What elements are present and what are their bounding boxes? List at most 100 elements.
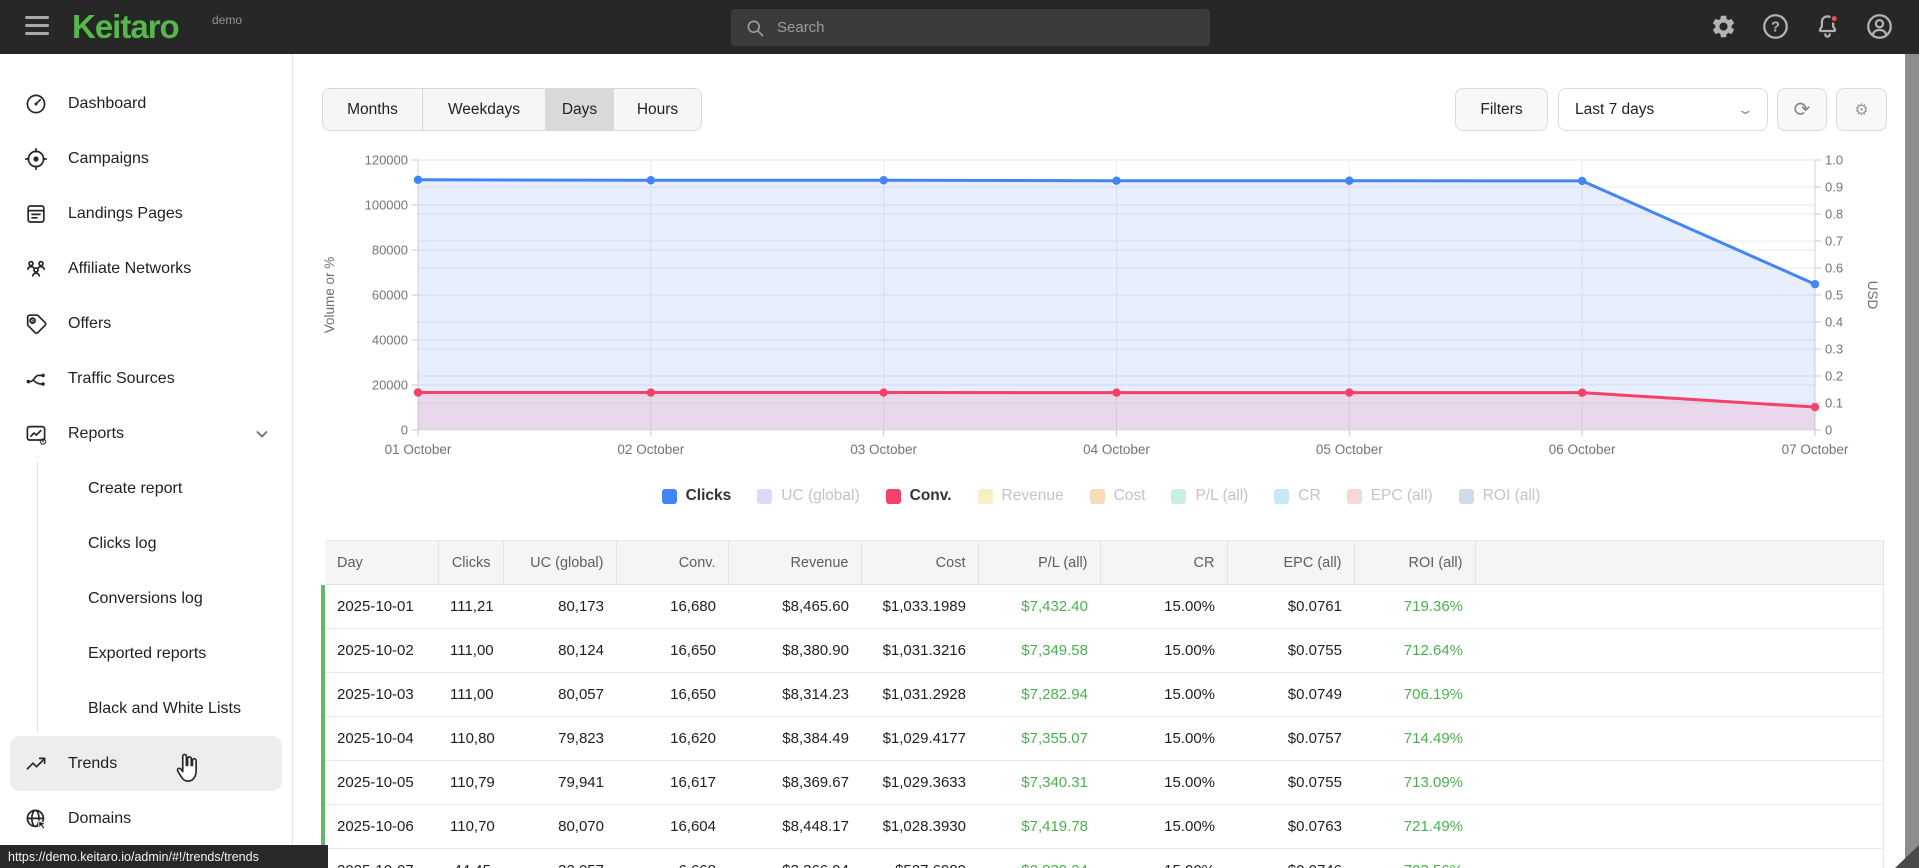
cell-conv: 16,604 [616, 804, 728, 849]
legend-label: Clicks [685, 487, 732, 504]
cell-p-l-all: $7,432.40 [978, 584, 1100, 629]
notifications-bell-icon[interactable] [1814, 13, 1841, 40]
legend-swatch [661, 488, 677, 504]
status-bar-url: https://demo.keitaro.io/admin/#!/trends/… [0, 845, 328, 868]
keitaro-logo[interactable]: Keitaro [72, 8, 180, 46]
keitaro-trends-page: Keitaro demo Search ? Dashboard Campaigns… [0, 0, 1919, 868]
tab-hours[interactable]: Hours [614, 89, 701, 130]
tab-months[interactable]: Months [323, 89, 423, 130]
sidebar-item-affiliate-networks[interactable]: Affiliate Networks [0, 241, 292, 296]
column-header-p-l-all[interactable]: P/L (all) [977, 540, 1100, 585]
series-point-conv [1345, 388, 1354, 397]
sidebar-item-label: Exported reports [88, 644, 207, 662]
column-header-cr[interactable]: CR [1099, 540, 1227, 585]
svg-text:0.1: 0.1 [1825, 396, 1843, 411]
sidebar-item-trends[interactable]: Trends [10, 736, 282, 791]
page-scrollbar[interactable] [1905, 54, 1919, 868]
svg-text:01 October: 01 October [385, 442, 452, 457]
svg-text:80000: 80000 [372, 243, 408, 258]
search-input[interactable]: Search [731, 9, 1210, 46]
legend-item-revenue[interactable]: Revenue [977, 487, 1064, 505]
legend-item-p-l-all[interactable]: P/L (all) [1171, 487, 1248, 505]
sidebar-item-create-report[interactable]: Create report [0, 461, 292, 516]
cell-roi-all: 713.09% [1354, 760, 1475, 805]
cell-p-l-all: $7,282.94 [978, 672, 1100, 717]
cell-uc-global: 79,823 [503, 716, 616, 761]
sidebar-item-campaigns[interactable]: Campaigns [0, 131, 292, 186]
cell-cr: 15.00% [1100, 760, 1227, 805]
cell-filler [1475, 672, 1884, 717]
chart-settings-button[interactable]: ⚙ [1836, 88, 1887, 131]
sidebar-item-dashboard[interactable]: Dashboard [0, 76, 292, 131]
svg-text:03 October: 03 October [850, 442, 917, 457]
sidebar-item-landings-pages[interactable]: Landings Pages [0, 186, 292, 241]
date-range-value: Last 7 days [1575, 100, 1655, 118]
cell-epc-all: $0.0757 [1227, 716, 1354, 761]
table-row: 2025-10-03 111,00 80,057 16,650 $8,314.23 $1,… [321, 672, 1884, 717]
cell-p-l-all: $7,349.58 [978, 628, 1100, 673]
legend-item-conv[interactable]: Conv. [885, 487, 952, 505]
cell-epc-all: $0.0761 [1227, 584, 1354, 629]
legend-swatch [1458, 488, 1474, 504]
cell-cost: $1,031.3216 [861, 628, 978, 673]
cell-day: 2025-10-03 [321, 672, 438, 717]
date-range-select[interactable]: Last 7 days ⌄ [1558, 88, 1768, 131]
svg-text:0.6: 0.6 [1825, 261, 1843, 276]
sidebar-item-black-and-white-lists[interactable]: Black and White Lists [0, 681, 292, 736]
legend-item-clicks[interactable]: Clicks [661, 487, 732, 505]
column-header-roi-all[interactable]: ROI (all) [1353, 540, 1475, 585]
column-header-clicks[interactable]: Clicks [437, 540, 503, 585]
legend-item-roi-all[interactable]: ROI (all) [1458, 487, 1540, 505]
cell-epc-all: $0.0755 [1227, 628, 1354, 673]
legend-item-cost[interactable]: Cost [1089, 487, 1145, 505]
submenu-indent-line [37, 462, 38, 733]
help-icon[interactable]: ? [1762, 13, 1789, 40]
series-point-conv [879, 388, 888, 397]
sidebar-item-clicks-log[interactable]: Clicks log [0, 516, 292, 571]
column-header-conv[interactable]: Conv. [615, 540, 728, 585]
svg-text:05 October: 05 October [1316, 442, 1383, 457]
legend-item-uc-global[interactable]: UC (global) [757, 487, 860, 505]
sidebar-item-label: Landings Pages [68, 204, 183, 222]
cell-clicks: 111,21 [438, 584, 503, 629]
svg-text:⚙: ⚙ [39, 437, 48, 446]
sidebar-item-exported-reports[interactable]: Exported reports [0, 626, 292, 681]
sidebar-item-offers[interactable]: $ Offers [0, 296, 292, 351]
tab-days[interactable]: Days [546, 89, 614, 130]
column-header-day[interactable]: Day [323, 540, 438, 585]
column-header-revenue[interactable]: Revenue [727, 540, 861, 585]
sidebar-item-conversions-log[interactable]: Conversions log [0, 571, 292, 626]
cell-cr: 15.00% [1100, 628, 1227, 673]
tab-weekdays[interactable]: Weekdays [423, 89, 546, 130]
period-tabs: Months Weekdays Days Hours [322, 88, 702, 131]
sidebar: Dashboard Campaigns Landings Pages Affiliat… [0, 54, 293, 868]
hamburger-menu-icon[interactable] [25, 16, 49, 38]
filters-button[interactable]: Filters [1455, 88, 1548, 131]
sidebar-item-label: Dashboard [68, 94, 147, 112]
sidebar-item-label: Clicks log [88, 534, 157, 552]
sidebar-item-reports[interactable]: ⚙ Reports [0, 406, 292, 461]
sidebar-item-traffic-sources[interactable]: Traffic Sources [0, 351, 292, 406]
legend-item-cr[interactable]: CR [1274, 487, 1321, 505]
svg-text:100000: 100000 [365, 198, 408, 213]
cell-uc-global: 80,057 [503, 672, 616, 717]
svg-text:1.0: 1.0 [1825, 153, 1843, 168]
legend-label: Revenue [1001, 487, 1064, 504]
column-header-epc-all[interactable]: EPC (all) [1226, 540, 1354, 585]
column-header-cost[interactable]: Cost [860, 540, 978, 585]
column-header-uc-global[interactable]: UC (global) [502, 540, 616, 585]
series-point-clicks [646, 176, 656, 185]
svg-text:04 October: 04 October [1083, 442, 1150, 457]
refresh-button[interactable]: ⟳ [1777, 88, 1827, 131]
series-point-conv [1810, 402, 1820, 412]
sidebar-item-domains[interactable]: Domains [0, 791, 292, 846]
cell-cost: $1,028.3930 [861, 804, 978, 849]
sidebar-item-label: Trends [68, 754, 118, 772]
cell-roi-all: 719.36% [1354, 584, 1475, 629]
legend-swatch [1089, 488, 1105, 504]
cell-uc-global: 80,070 [503, 804, 616, 849]
settings-gear-icon[interactable] [1710, 13, 1737, 40]
user-avatar-icon[interactable] [1866, 13, 1893, 40]
legend-item-epc-all[interactable]: EPC (all) [1346, 487, 1433, 505]
cell-clicks: 110,70 [438, 804, 503, 849]
